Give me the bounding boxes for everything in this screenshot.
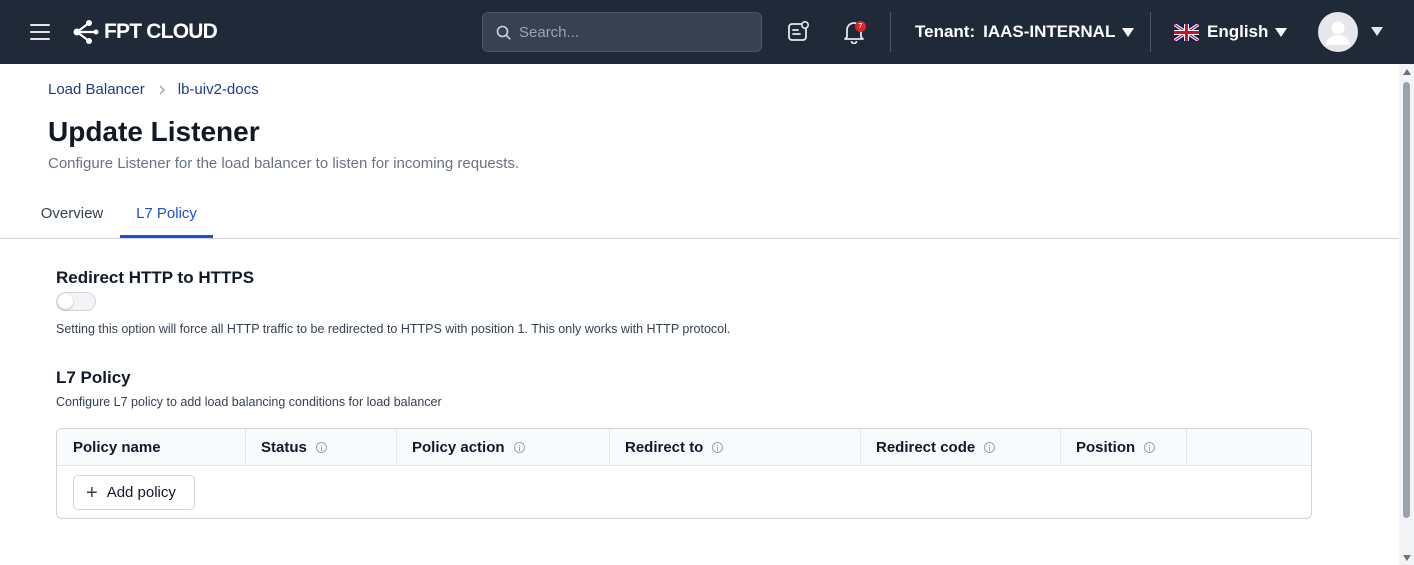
tenant-selector[interactable]: Tenant: IAAS-INTERNAL: [915, 20, 1135, 44]
column-header-position[interactable]: Position: [1060, 429, 1186, 466]
column-header-policy-action[interactable]: Policy action: [396, 429, 609, 466]
info-icon[interactable]: [513, 442, 525, 453]
uk-flag-icon: [1174, 23, 1199, 41]
person-icon: [1326, 21, 1350, 45]
column-header-status[interactable]: Status: [245, 429, 396, 466]
tenant-label: Tenant:: [915, 22, 976, 41]
info-icon[interactable]: [1144, 442, 1156, 453]
breadcrumb-lb-name[interactable]: lb-uiv2-docs: [178, 81, 259, 98]
tab-overview[interactable]: Overview: [24, 196, 120, 238]
scroll-down-arrow-icon[interactable]: [1403, 555, 1411, 561]
tenant-value: IAAS-INTERNAL: [983, 22, 1116, 41]
column-label: Status: [261, 439, 307, 456]
scroll-up-arrow-icon[interactable]: [1403, 69, 1411, 75]
add-policy-label: Add policy: [106, 484, 176, 501]
toggle-knob: [58, 294, 73, 309]
fpt-cloud-logo[interactable]: FPT CLOUD: [72, 18, 218, 46]
user-menu-caret-icon[interactable]: [1371, 27, 1383, 36]
caret-down-icon: [1275, 27, 1288, 37]
info-icon[interactable]: [984, 442, 996, 453]
caret-down-icon: [1122, 27, 1135, 37]
divider: [1150, 12, 1151, 52]
column-label: Redirect code: [876, 439, 976, 456]
language-label: English: [1207, 22, 1269, 41]
plus-icon: +: [86, 481, 98, 504]
column-label: Position: [1076, 439, 1136, 456]
redirect-title: Redirect HTTP to HTTPS: [56, 268, 255, 287]
notification-badge: 7: [855, 21, 866, 32]
language-selector[interactable]: English: [1174, 20, 1288, 44]
hamburger-menu-icon[interactable]: [30, 24, 50, 40]
support-ticket-icon[interactable]: [786, 20, 810, 44]
top-navigation-bar: FPT CLOUD 7 Tenant: IAAS-INTERNAL Engli: [0, 0, 1414, 64]
tab-l7-policy[interactable]: L7 Policy: [120, 196, 213, 238]
redirect-help-text: Setting this option will force all HTTP …: [56, 322, 731, 336]
column-header-redirect-code[interactable]: Redirect code: [860, 429, 1060, 466]
page-scrollbar[interactable]: [1399, 64, 1414, 565]
info-icon[interactable]: [315, 442, 327, 453]
l7-policy-description: Configure L7 policy to add load balancin…: [56, 395, 442, 409]
page-subtitle: Configure Listener for the load balancer…: [48, 155, 520, 172]
column-header-policy-name[interactable]: Policy name: [57, 429, 245, 466]
user-avatar-icon[interactable]: [1318, 12, 1358, 52]
table-header: Policy name Status Policy action Redirec…: [57, 429, 1311, 466]
search-icon: [496, 25, 511, 40]
logo-text: FPT CLOUD: [104, 20, 218, 43]
redirect-toggle[interactable]: [56, 292, 96, 311]
column-label: Redirect to: [625, 439, 704, 456]
search-input[interactable]: [519, 22, 749, 42]
l7-policy-title: L7 Policy: [56, 368, 131, 387]
l7-policy-table: Policy name Status Policy action Redirec…: [56, 428, 1312, 519]
column-label: Policy action: [412, 439, 505, 456]
logo-network-icon: [73, 20, 99, 44]
search-box[interactable]: [482, 12, 762, 52]
add-policy-button[interactable]: + Add policy: [73, 475, 195, 510]
scroll-thumb[interactable]: [1403, 82, 1410, 518]
tab-bar: Overview L7 Policy: [0, 196, 1399, 239]
column-header-redirect-to[interactable]: Redirect to: [609, 429, 860, 466]
breadcrumb-load-balancer[interactable]: Load Balancer: [48, 81, 145, 98]
page-title: Update Listener: [48, 116, 260, 147]
info-icon[interactable]: [712, 442, 724, 453]
column-label: Policy name: [73, 439, 161, 456]
breadcrumb: Load Balancer lb-uiv2-docs: [48, 81, 259, 98]
chevron-right-icon: [159, 85, 165, 94]
column-header-actions: [1186, 429, 1311, 466]
divider: [890, 12, 891, 52]
